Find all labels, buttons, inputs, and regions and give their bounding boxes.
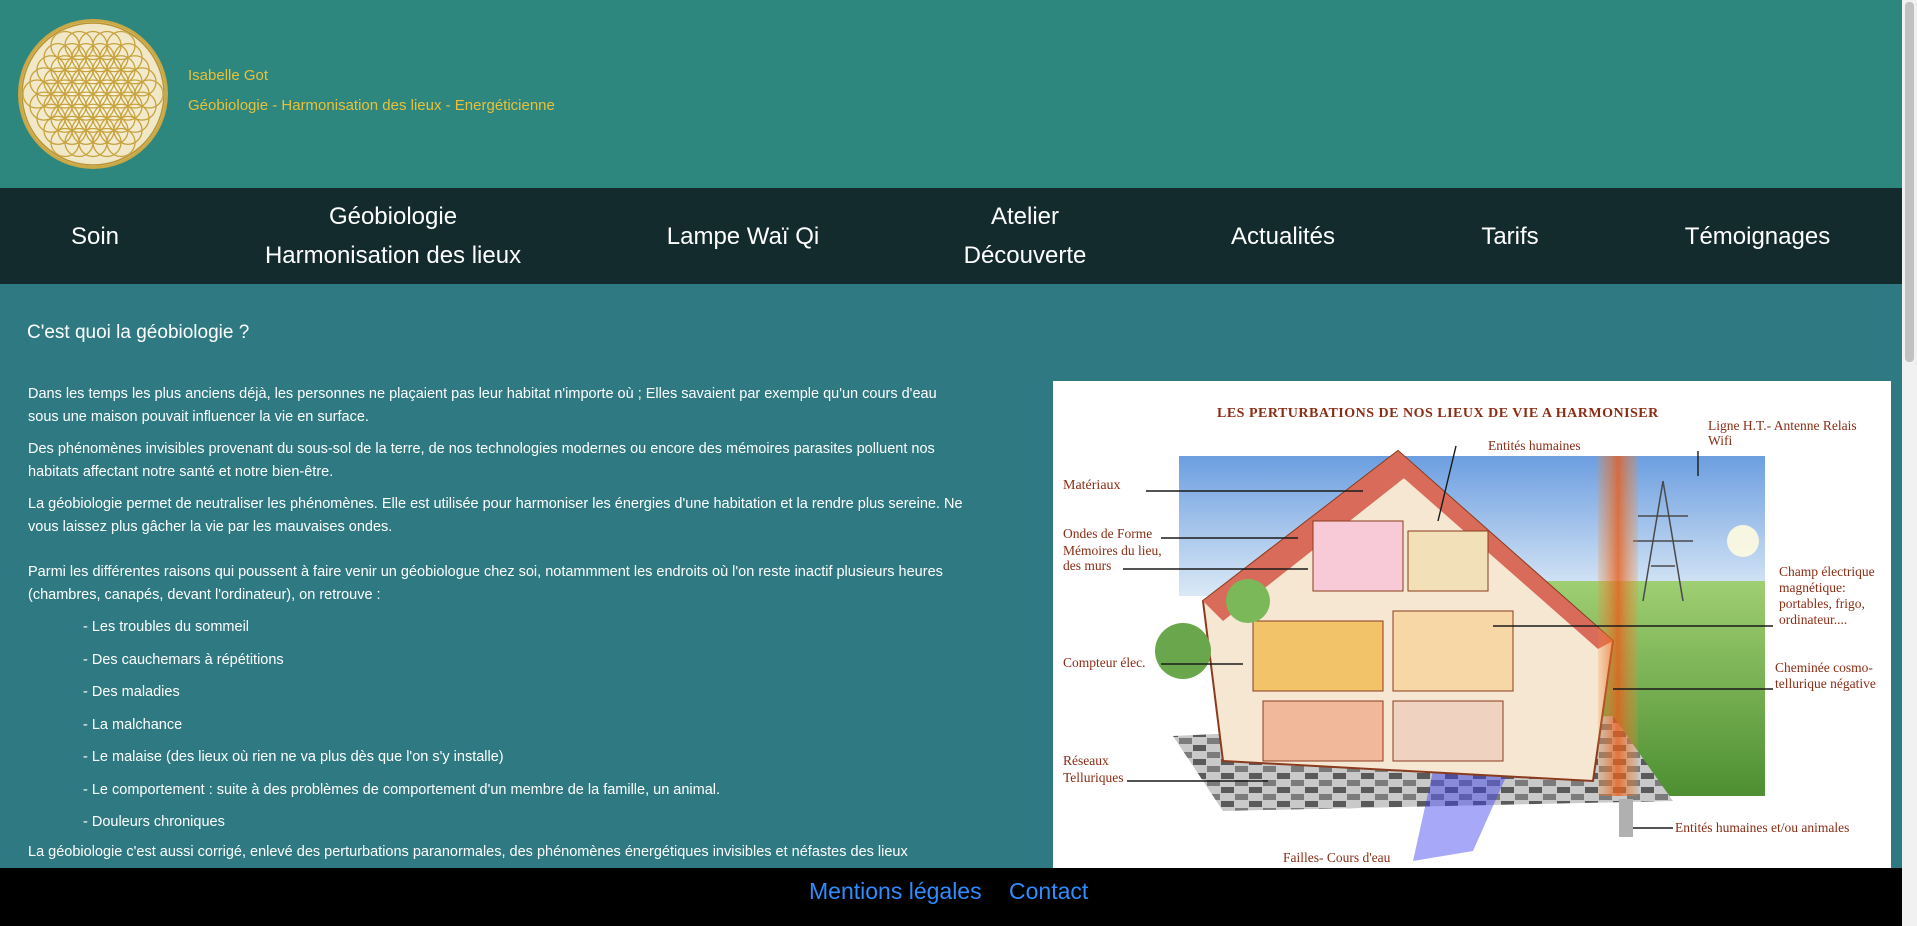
- label-compteur: Compteur élec.: [1063, 655, 1146, 670]
- nav-item-label: Actualités: [1230, 222, 1336, 250]
- paragraph: Dans les temps les plus anciens déjà, le…: [28, 386, 937, 425]
- site-footer: Mentions légales Contact: [0, 868, 1902, 926]
- label-reseaux-2: Telluriques: [1063, 770, 1124, 785]
- nav-item-lampe[interactable]: Lampe Waï Qi: [643, 188, 843, 284]
- list-item: - Les troubles du sommeil: [83, 619, 250, 635]
- list-item: - Le malaise (des lieux où rien ne va pl…: [83, 749, 504, 765]
- figure-title: LES PERTURBATIONS DE NOS LIEUX DE VIE A …: [1217, 406, 1659, 421]
- nav-item-label: Tarifs: [1481, 222, 1539, 250]
- label-reseaux: Réseaux: [1063, 753, 1109, 768]
- label-memoires: Mémoires du lieu,: [1063, 543, 1162, 558]
- scrollbar-thumb[interactable]: [1905, 2, 1914, 362]
- main-content: Dans les temps les plus anciens déjà, le…: [28, 383, 968, 873]
- label-memoires-2: des murs: [1063, 558, 1112, 573]
- label-ligne: Ligne H.T.- Antenne Relais: [1708, 418, 1857, 433]
- nav-item-atelier[interactable]: Atelier Découverte: [945, 188, 1105, 284]
- label-entites-animales: Entités humaines et/ou animales: [1675, 820, 1850, 835]
- list-item: - Le comportement : suite à des problème…: [83, 781, 721, 798]
- label-wifi: Wifi: [1708, 433, 1733, 448]
- nav-item-sublabel: Harmonisation des lieux: [264, 242, 522, 269]
- nav-item-label: Atelier: [990, 203, 1060, 230]
- paragraph: Des phénomènes invisibles provenant du s…: [28, 441, 935, 480]
- label-materiaux: Matériaux: [1063, 478, 1121, 493]
- nav-item-label: Lampe Waï Qi: [666, 222, 820, 250]
- nav-item-actualites[interactable]: Actualités: [1213, 188, 1353, 284]
- label-champ-3: portables, frigo,: [1779, 596, 1865, 611]
- page-scrollbar[interactable]: [1902, 0, 1917, 926]
- paragraph: La géobiologie permet de neutraliser les…: [28, 496, 963, 535]
- house-illustration: [1123, 445, 1773, 861]
- nav-item-sublabel: Découverte: [963, 242, 1087, 269]
- site-name: Isabelle Got: [188, 67, 269, 84]
- list-item: - La malchance: [83, 716, 183, 733]
- label-champ: Champ électrique: [1779, 564, 1875, 579]
- label-cheminee-2: tellurique négative: [1775, 676, 1876, 691]
- list-item: - Des cauchemars à répétitions: [83, 651, 284, 668]
- label-ondes: Ondes de Forme: [1063, 526, 1153, 541]
- list-item: - Douleurs chroniques: [83, 814, 225, 830]
- main-navigation: Soin Géobiologie Harmonisation des lieux…: [0, 188, 1902, 284]
- nav-item-tarifs[interactable]: Tarifs: [1460, 188, 1560, 284]
- page-title: C'est quoi la géobiologie ?: [27, 322, 250, 343]
- perturbations-illustration: LES PERTURBATIONS DE NOS LIEUX DE VIE A …: [1053, 381, 1891, 868]
- nav-item-label: Géobiologie: [328, 203, 458, 230]
- paragraph: La géobiologie c'est aussi corrigé, enle…: [28, 843, 908, 860]
- site-tagline: Géobiologie - Harmonisation des lieux - …: [188, 97, 555, 114]
- contact-link[interactable]: Contact: [1009, 878, 1088, 905]
- mentions-legales-link[interactable]: Mentions légales: [809, 878, 982, 905]
- nav-item-soin[interactable]: Soin: [40, 188, 150, 284]
- reasons-list: - Les troubles du sommeil - Des cauchema…: [83, 616, 968, 834]
- nav-item-geobiologie[interactable]: Géobiologie Harmonisation des lieux: [243, 188, 543, 284]
- label-champ-2: magnétique:: [1779, 580, 1846, 595]
- label-failles: Failles- Cours d'eau: [1283, 850, 1391, 865]
- label-entites: Entités humaines: [1488, 438, 1581, 453]
- paragraph: Parmi les différentes raisons qui pousse…: [28, 564, 943, 603]
- nav-item-label: Témoignages: [1684, 222, 1831, 250]
- site-header: Isabelle Got Géobiologie - Harmonisation…: [0, 0, 1902, 188]
- nav-item-label: Soin: [70, 222, 120, 250]
- nav-item-temoignages[interactable]: Témoignages: [1670, 188, 1845, 284]
- list-item: - Des maladies: [83, 684, 180, 700]
- flower-of-life-logo[interactable]: [17, 18, 169, 170]
- label-cheminee: Cheminée cosmo-: [1775, 660, 1873, 675]
- label-champ-4: ordinateur....: [1779, 612, 1848, 627]
